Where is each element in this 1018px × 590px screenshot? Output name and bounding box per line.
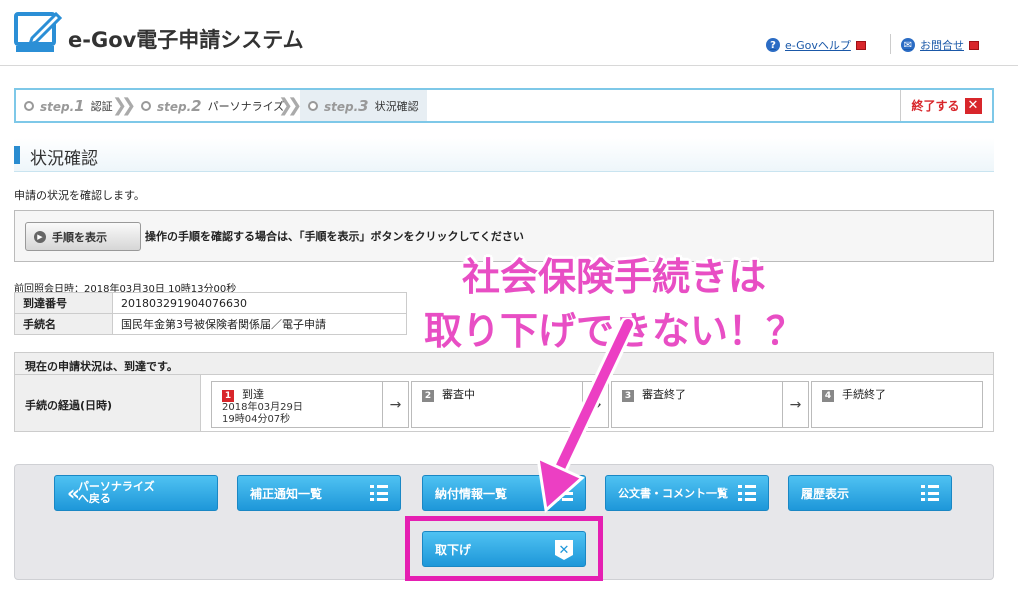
step-label: 状況確認 [374,99,419,113]
chevron-right-icon: ❯❯ [112,95,136,116]
correction-notice-list-button[interactable]: 補正通知一覧 [237,475,401,511]
external-window-icon [969,40,979,50]
application-info-table: 到達番号 201803291904076630 手続名 国民年金第3号被保険者関… [14,292,407,335]
step-dot-icon [308,100,318,111]
list-icon [738,485,756,501]
arrow-right-icon: → [383,381,409,428]
step-dot-icon [24,100,34,111]
step-dot-icon [141,100,151,111]
arrow-right-icon: → [783,381,809,428]
help-link-label: e-Govヘルプ [785,39,851,52]
table-row: 手続名 国民年金第3号被保険者関係届／電子申請 [14,313,407,335]
progress-row-label: 手続の経過(日時) [15,375,201,431]
step-1: step.1 認証 [24,90,113,121]
step-label: パーソナライズ [207,99,285,113]
play-icon: ▶ [34,230,46,243]
show-steps-button[interactable]: ▶ 手順を表示 [25,222,141,251]
logo-icon [14,11,62,52]
application-status: 現在の申請状況は、到達です。 手続の経過(日時) 1 到達 2018年03月29日… [14,352,994,432]
list-icon [921,485,939,501]
page-title: 状況確認 [30,149,98,169]
help-text: 操作の手順を確認する場合は、「手順を表示」ボタンをクリックしてください [145,230,524,243]
logo-text: e-Gov電子申請システム [68,28,304,52]
external-window-icon [855,40,866,50]
step-indicator: step.1 認証 ❯❯ step.2 パーソナライズ ❯❯ step.3 状況… [14,88,994,123]
help-icon: ? [766,38,780,52]
table-row: 到達番号 201803291904076630 [14,292,407,314]
page-description: 申請の状況を確認します。 [14,189,145,202]
back-to-personalize-button[interactable]: « パーソナライズ へ戻る [54,475,218,511]
annotation-arrow-icon [536,318,636,513]
double-chevron-left-icon: « [67,481,80,505]
header: e-Gov電子申請システム ? e-Govヘルプ ✉ お問合せ [0,0,1018,66]
end-button[interactable]: 終了する ✕ [900,90,992,121]
mail-icon: ✉ [901,38,915,52]
page-title-bar: 状況確認 [14,138,994,172]
progress-step-completed: 4 手続終了 [811,381,983,428]
contact-link[interactable]: ✉ お問合せ [901,37,979,53]
history-button[interactable]: 履歴表示 [788,475,952,511]
annotation-highlight-box [405,516,603,581]
arrival-number-value: 201803291904076630 [112,292,407,314]
close-icon: ✕ [964,97,982,114]
step-label: 認証 [90,99,113,113]
contact-link-label: お問合せ [920,39,964,52]
step-2: step.2 パーソナライズ [141,90,284,121]
procedure-name-label: 手続名 [14,313,113,335]
step-3: step.3 状況確認 [300,90,427,121]
procedure-name-value: 国民年金第3号被保険者関係届／電子申請 [112,313,407,335]
help-link[interactable]: ? e-Govヘルプ [766,37,866,53]
progress-step-arrived: 1 到達 2018年03月29日 19時04分07秒 [211,381,383,428]
header-divider [890,34,891,54]
chevron-right-icon: ❯❯ [278,95,302,116]
list-icon [370,485,388,501]
arrival-number-label: 到達番号 [14,292,113,314]
